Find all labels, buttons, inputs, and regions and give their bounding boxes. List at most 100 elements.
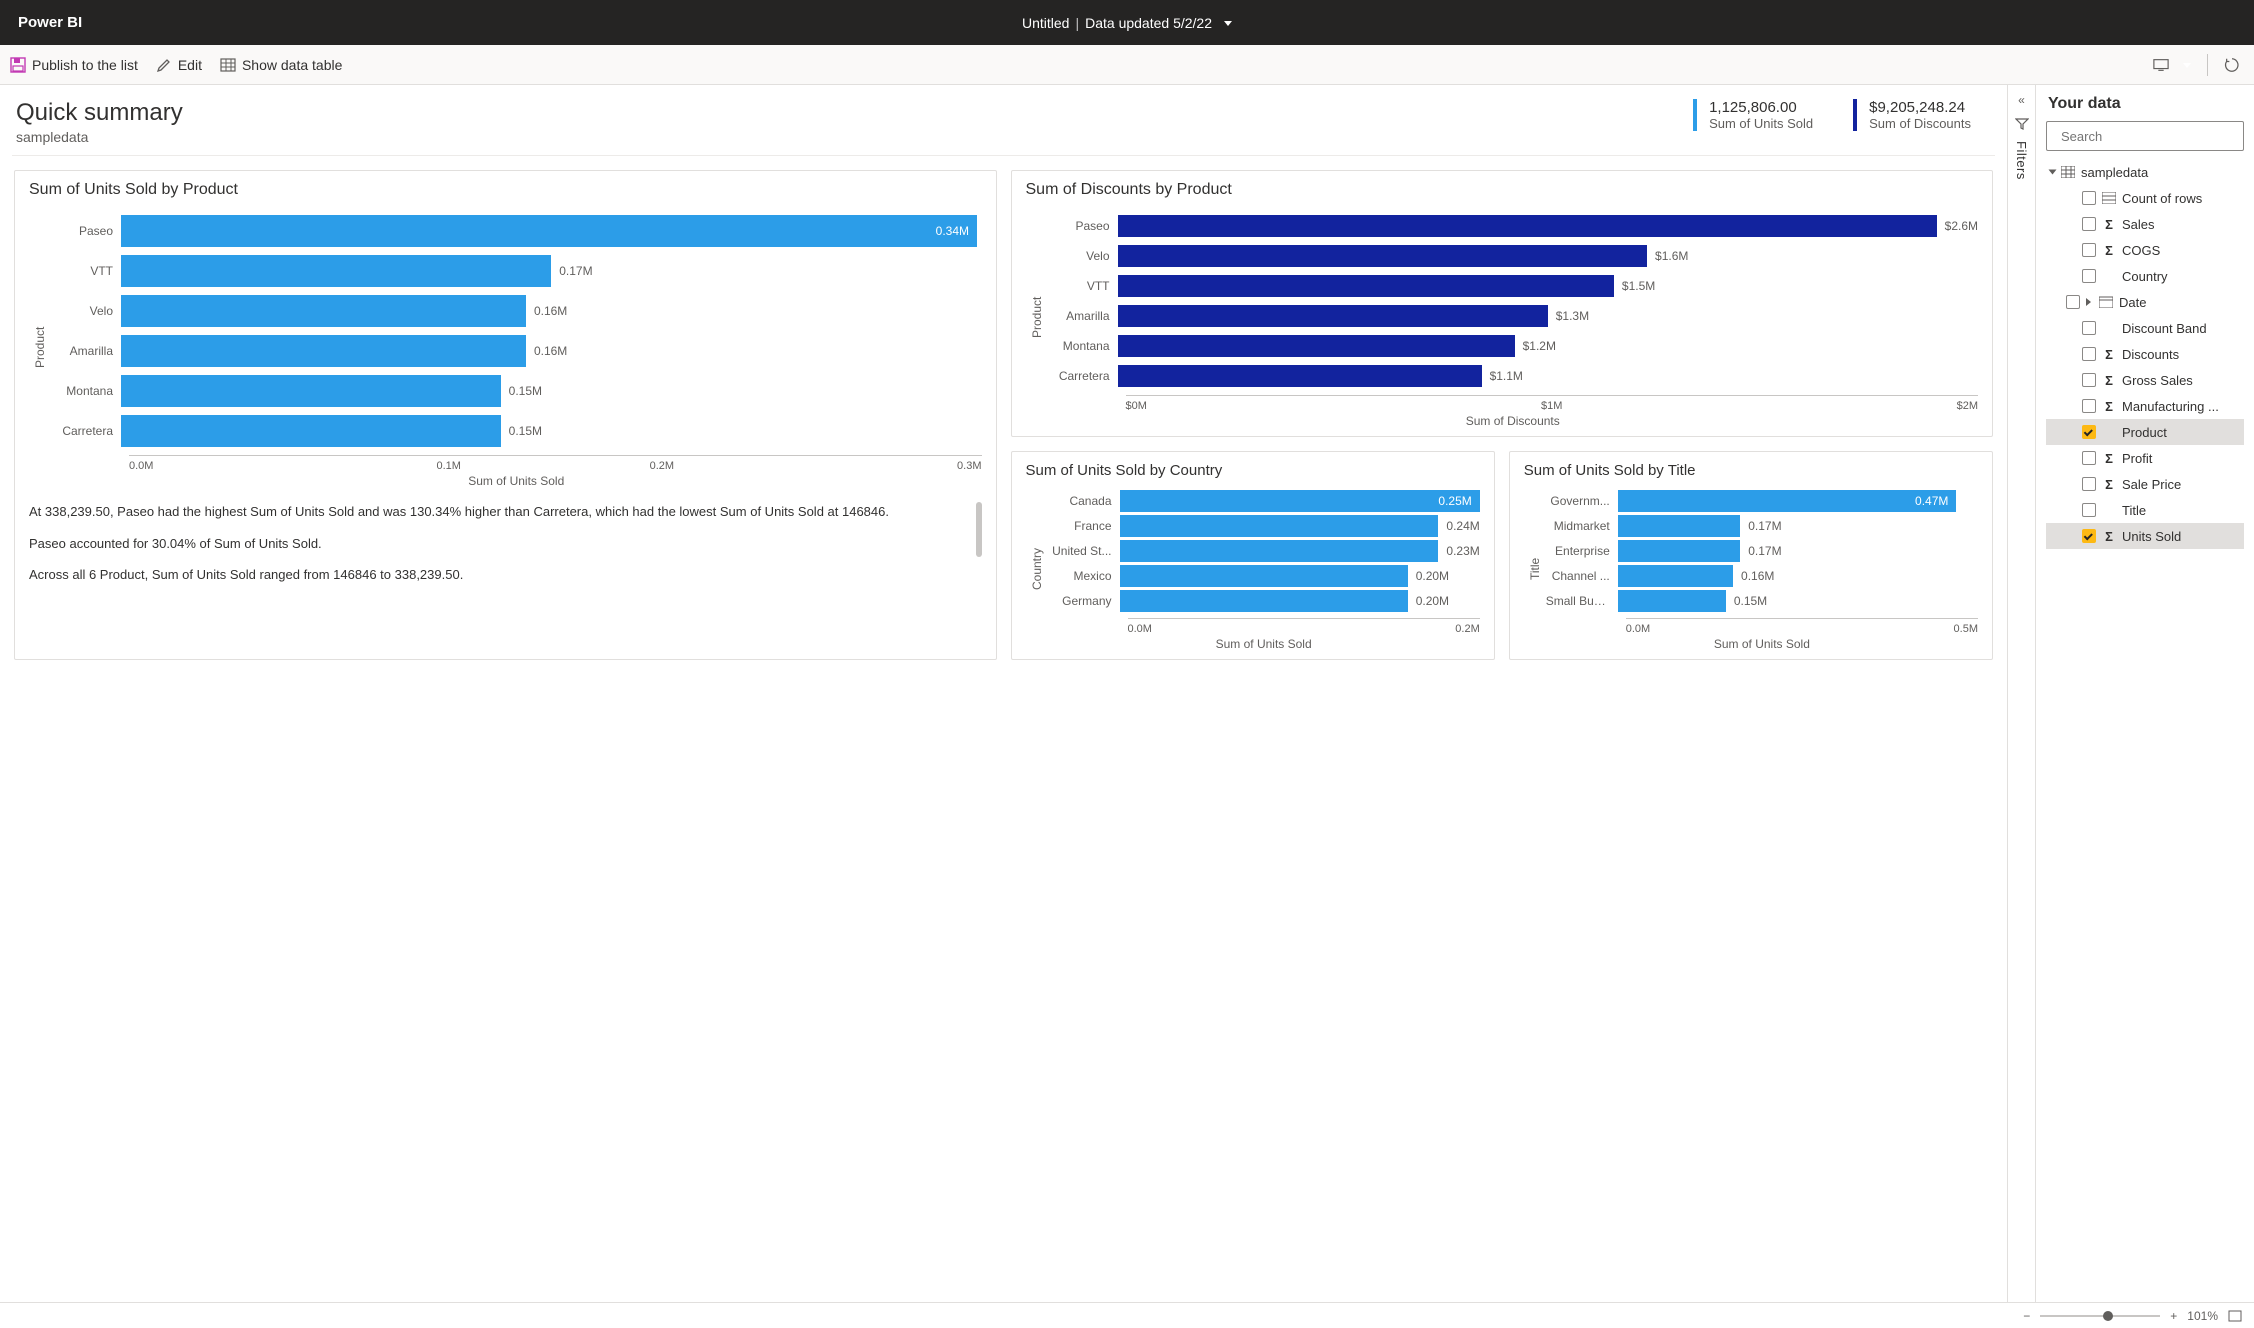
caret-right-icon[interactable]: [2086, 298, 2091, 306]
field-row[interactable]: Σ Manufacturing ...: [2046, 393, 2244, 419]
field-row[interactable]: Date: [2046, 289, 2244, 315]
zoom-in-button[interactable]: +: [2170, 1309, 2177, 1323]
checkbox-icon[interactable]: [2082, 243, 2096, 257]
kpi-units-sold[interactable]: 1,125,806.00 Sum of Units Sold: [1693, 99, 1813, 131]
bar[interactable]: [1618, 515, 1740, 537]
checkbox-icon[interactable]: [2082, 373, 2096, 387]
field-row[interactable]: Σ Gross Sales: [2046, 367, 2244, 393]
zoom-out-button[interactable]: −: [2023, 1309, 2030, 1323]
kpi-value: 1,125,806.00: [1709, 99, 1813, 116]
bar[interactable]: [1120, 590, 1408, 612]
doc-status[interactable]: Untitled | Data updated 5/2/22: [1022, 15, 1232, 31]
checkbox-icon[interactable]: [2082, 529, 2096, 543]
refresh-button[interactable]: [2224, 57, 2240, 73]
bar-category: Governm...: [1546, 494, 1618, 508]
x-tick: 0.5M: [1802, 623, 1978, 635]
checkbox-icon[interactable]: [2082, 321, 2096, 335]
search-field[interactable]: [2061, 129, 2237, 144]
bar-value: 0.16M: [1741, 569, 1774, 583]
x-axis-label: Sum of Units Sold: [51, 474, 982, 488]
zoom-slider[interactable]: [2040, 1315, 2160, 1317]
bar[interactable]: [121, 375, 501, 407]
insight-text: At 338,239.50, Paseo had the highest Sum…: [29, 502, 966, 522]
bar[interactable]: [1118, 215, 1937, 237]
bar[interactable]: 0.25M: [1120, 490, 1480, 512]
publish-button[interactable]: Publish to the list: [10, 57, 138, 73]
bar[interactable]: [1118, 365, 1482, 387]
checkbox-icon[interactable]: [2082, 399, 2096, 413]
bar[interactable]: [1118, 305, 1548, 327]
field-label: Gross Sales: [2122, 373, 2240, 388]
checkbox-icon[interactable]: [2082, 217, 2096, 231]
caret-down-icon[interactable]: [2049, 170, 2057, 175]
bar-row: VTT $1.5M: [1048, 275, 1979, 297]
show-data-table-button[interactable]: Show data table: [220, 57, 342, 73]
field-row[interactable]: Σ Discounts: [2046, 341, 2244, 367]
kpi-discounts[interactable]: $9,205,248.24 Sum of Discounts: [1853, 99, 1971, 131]
checkbox-icon[interactable]: [2082, 269, 2096, 283]
bar[interactable]: 0.47M: [1618, 490, 1957, 512]
checkbox-icon[interactable]: [2066, 295, 2080, 309]
x-axis: 0.0M0.5M: [1626, 618, 1978, 635]
field-row[interactable]: Σ Profit: [2046, 445, 2244, 471]
device-view-button[interactable]: [2153, 57, 2191, 73]
search-input[interactable]: [2046, 121, 2244, 151]
field-row[interactable]: Title: [2046, 497, 2244, 523]
table-node[interactable]: sampledata: [2046, 159, 2244, 185]
chart-discounts-by-product[interactable]: Sum of Discounts by Product Product Pase…: [1011, 170, 1994, 437]
bar[interactable]: [1618, 565, 1733, 587]
chart-units-by-country[interactable]: Sum of Units Sold by Country Country Can…: [1011, 451, 1495, 660]
bar-category: Velo: [51, 304, 121, 318]
save-icon: [10, 57, 26, 73]
chevron-down-icon[interactable]: [1218, 15, 1232, 31]
field-row[interactable]: Count of rows: [2046, 185, 2244, 211]
bar-value: 0.20M: [1416, 569, 1449, 583]
field-row[interactable]: Σ COGS: [2046, 237, 2244, 263]
bar[interactable]: [1618, 590, 1726, 612]
bar[interactable]: [121, 255, 551, 287]
bar[interactable]: [121, 295, 526, 327]
bar-row: Amarilla 0.16M: [51, 335, 982, 367]
field-row[interactable]: Product: [2046, 419, 2244, 445]
checkbox-icon[interactable]: [2082, 347, 2096, 361]
app-header: Power BI Untitled | Data updated 5/2/22: [0, 0, 2254, 45]
field-row[interactable]: Country: [2046, 263, 2244, 289]
filters-pane-collapsed[interactable]: « Filters: [2008, 85, 2036, 1328]
collapse-icon[interactable]: «: [2018, 93, 2025, 107]
checkbox-icon[interactable]: [2082, 503, 2096, 517]
x-tick: 0.3M: [768, 460, 981, 472]
x-axis-label: Sum of Units Sold: [1546, 637, 1978, 651]
bar[interactable]: [1120, 515, 1439, 537]
bar[interactable]: [1120, 540, 1439, 562]
field-row[interactable]: Σ Sale Price: [2046, 471, 2244, 497]
chart-units-by-product[interactable]: Sum of Units Sold by Product Product Pas…: [14, 170, 997, 660]
scrollbar[interactable]: [976, 502, 982, 557]
sigma-icon: Σ: [2102, 399, 2116, 414]
checkbox-icon[interactable]: [2082, 451, 2096, 465]
checkbox-icon[interactable]: [2082, 477, 2096, 491]
bar[interactable]: [1618, 540, 1740, 562]
sigma-icon: Σ: [2102, 529, 2116, 544]
edit-label: Edit: [178, 57, 202, 73]
chart-title: Sum of Discounts by Product: [1026, 181, 1979, 199]
edit-button[interactable]: Edit: [156, 57, 202, 73]
report-canvas: Quick summary sampledata 1,125,806.00 Su…: [0, 85, 2008, 1328]
bar-value: $1.3M: [1556, 309, 1589, 323]
bar[interactable]: [1118, 335, 1515, 357]
bar-row: Paseo 0.34M: [51, 215, 982, 247]
field-row[interactable]: Discount Band: [2046, 315, 2244, 341]
bar[interactable]: [121, 335, 526, 367]
fit-page-icon[interactable]: [2228, 1310, 2242, 1322]
bar[interactable]: [121, 415, 501, 447]
bar[interactable]: [1120, 565, 1408, 587]
bar[interactable]: 0.34M: [121, 215, 977, 247]
bar[interactable]: [1118, 245, 1648, 267]
checkbox-icon[interactable]: [2082, 191, 2096, 205]
data-panel-title: Your data: [2046, 95, 2244, 113]
checkbox-icon[interactable]: [2082, 425, 2096, 439]
field-row[interactable]: Σ Sales: [2046, 211, 2244, 237]
bar[interactable]: [1118, 275, 1614, 297]
field-row[interactable]: Σ Units Sold: [2046, 523, 2244, 549]
device-icon: [2153, 57, 2169, 73]
chart-units-by-title[interactable]: Sum of Units Sold by Title Title Governm…: [1509, 451, 1993, 660]
